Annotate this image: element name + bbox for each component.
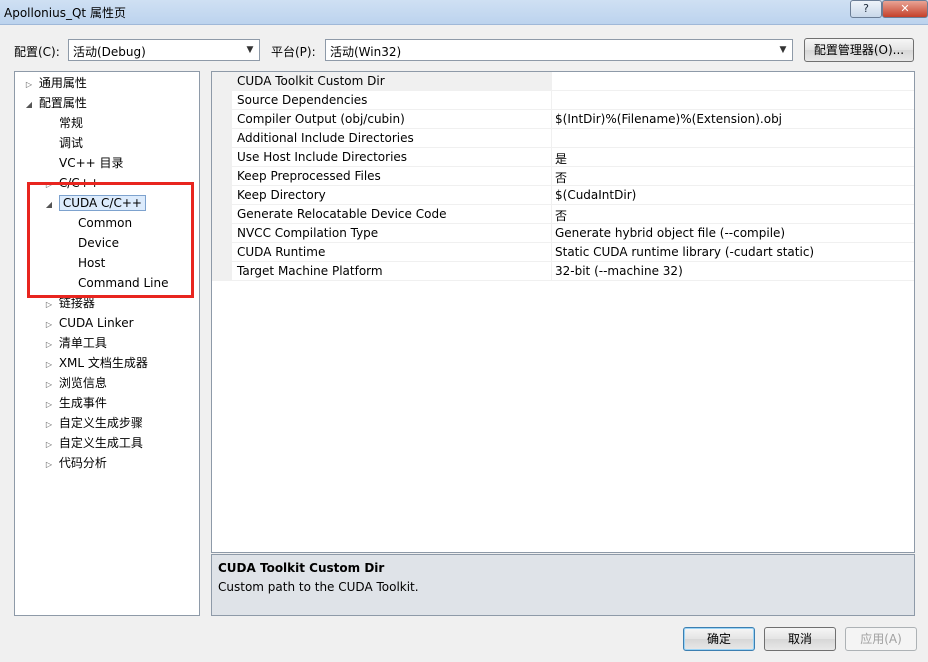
- tree-item-config-properties[interactable]: ◢ 配置属性: [23, 93, 87, 113]
- expand-icon[interactable]: ▷: [43, 455, 55, 475]
- description-title: CUDA Toolkit Custom Dir: [218, 561, 385, 575]
- expand-icon[interactable]: ▷: [43, 395, 55, 415]
- tree-item-vc-directories[interactable]: VC++ 目录: [59, 153, 124, 173]
- tree-item-label: 常规: [59, 116, 84, 130]
- property-value[interactable]: $(IntDir)%(Filename)%(Extension).obj: [555, 112, 782, 126]
- tree-item-debugging[interactable]: 调试: [59, 133, 83, 153]
- tree-item-label: 自定义生成工具: [58, 436, 143, 450]
- description-pane: CUDA Toolkit Custom Dir Custom path to t…: [211, 554, 915, 616]
- tree-item-manifest-tool[interactable]: ▷ 清单工具: [43, 333, 107, 353]
- expand-icon[interactable]: ▷: [43, 375, 55, 395]
- property-row[interactable]: Keep Directory $(CudaIntDir): [212, 186, 914, 205]
- cancel-button[interactable]: 取消: [764, 627, 836, 651]
- collapse-icon[interactable]: ◢: [23, 95, 35, 115]
- property-name: Use Host Include Directories: [237, 150, 408, 164]
- property-row[interactable]: Keep Preprocessed Files 否: [212, 167, 914, 186]
- platform-value: 活动(Win32): [330, 45, 402, 59]
- close-button[interactable]: ✕: [882, 0, 928, 18]
- property-row[interactable]: CUDA Toolkit Custom Dir: [212, 72, 914, 91]
- platform-label: 平台(P):: [271, 45, 316, 59]
- chevron-down-icon: ▼: [779, 45, 787, 55]
- property-value[interactable]: Static CUDA runtime library (-cudart sta…: [555, 245, 814, 259]
- expand-icon[interactable]: ▷: [43, 435, 55, 455]
- property-name: Keep Directory: [237, 188, 326, 202]
- window-title: Apollonius_Qt 属性页: [4, 6, 126, 20]
- tree-item-custom-build-tool[interactable]: ▷ 自定义生成工具: [43, 433, 143, 453]
- tree-item-xml-doc-generator[interactable]: ▷ XML 文档生成器: [43, 353, 148, 373]
- property-name: CUDA Runtime: [237, 245, 326, 259]
- tree-item-label: 浏览信息: [58, 376, 107, 390]
- expand-icon[interactable]: ▷: [23, 75, 35, 95]
- tree-item-label: 配置属性: [38, 96, 87, 110]
- property-row[interactable]: Target Machine Platform 32-bit (--machin…: [212, 262, 914, 281]
- title-bar: Apollonius_Qt 属性页 ? ✕: [0, 0, 928, 25]
- tree-item-general[interactable]: 常规: [59, 113, 83, 133]
- tree-item-label: 代码分析: [58, 456, 107, 470]
- property-row[interactable]: NVCC Compilation Type Generate hybrid ob…: [212, 224, 914, 243]
- help-icon: ?: [863, 2, 869, 15]
- property-value[interactable]: 32-bit (--machine 32): [555, 264, 683, 278]
- property-name: Target Machine Platform: [237, 264, 383, 278]
- tree-item-label: 调试: [59, 136, 84, 150]
- tree-item-label: 链接器: [58, 296, 95, 310]
- config-label: 配置(C):: [14, 45, 60, 59]
- config-value: 活动(Debug): [73, 45, 146, 59]
- tree-item-label: 通用属性: [38, 76, 87, 90]
- tree-item-label: 自定义生成步骤: [58, 416, 143, 430]
- property-name: CUDA Toolkit Custom Dir: [237, 74, 385, 88]
- tree-item-common-properties[interactable]: ▷ 通用属性: [23, 73, 87, 93]
- property-name: Keep Preprocessed Files: [237, 169, 381, 183]
- help-button[interactable]: ?: [850, 0, 882, 18]
- property-tree[interactable]: ▷ 通用属性 ◢ 配置属性 常规 调试 VC++ 目录 ▷ C/C++ ◢ CU…: [14, 71, 200, 616]
- property-name: Compiler Output (obj/cubin): [237, 112, 405, 126]
- property-name: Additional Include Directories: [237, 131, 414, 145]
- tree-item-label: 生成事件: [58, 396, 107, 410]
- property-row[interactable]: Additional Include Directories: [212, 129, 914, 148]
- tree-item-code-analysis[interactable]: ▷ 代码分析: [43, 453, 107, 473]
- expand-icon[interactable]: ▷: [43, 415, 55, 435]
- chevron-down-icon: ▼: [246, 45, 254, 55]
- tree-item-custom-build-step[interactable]: ▷ 自定义生成步骤: [43, 413, 143, 433]
- tree-item-build-events[interactable]: ▷ 生成事件: [43, 393, 107, 413]
- tree-item-label: CUDA Linker: [58, 316, 134, 330]
- property-value[interactable]: 否: [555, 169, 567, 186]
- property-row[interactable]: Use Host Include Directories 是: [212, 148, 914, 167]
- apply-button[interactable]: 应用(A): [845, 627, 917, 651]
- expand-icon[interactable]: ▷: [43, 355, 55, 375]
- description-text: Custom path to the CUDA Toolkit.: [218, 580, 419, 594]
- expand-icon[interactable]: ▷: [43, 295, 55, 315]
- expand-icon[interactable]: ▷: [43, 315, 55, 335]
- property-name: Source Dependencies: [237, 93, 368, 107]
- platform-select[interactable]: 活动(Win32) ▼: [325, 39, 793, 61]
- ok-button[interactable]: 确定: [683, 627, 755, 651]
- tree-item-label: XML 文档生成器: [58, 356, 148, 370]
- tree-item-browse-info[interactable]: ▷ 浏览信息: [43, 373, 107, 393]
- property-name: NVCC Compilation Type: [237, 226, 379, 240]
- close-icon: ✕: [900, 2, 910, 15]
- property-value[interactable]: $(CudaIntDir): [555, 188, 636, 202]
- property-grid[interactable]: CUDA Toolkit Custom Dir Source Dependenc…: [211, 71, 915, 553]
- property-value[interactable]: 否: [555, 207, 567, 224]
- tree-item-label: VC++ 目录: [59, 156, 124, 170]
- property-name: Generate Relocatable Device Code: [237, 207, 447, 221]
- tree-item-cuda-linker[interactable]: ▷ CUDA Linker: [43, 313, 134, 333]
- config-manager-button[interactable]: 配置管理器(O)...: [804, 38, 914, 62]
- expand-icon[interactable]: ▷: [43, 335, 55, 355]
- property-value[interactable]: 是: [555, 150, 567, 167]
- property-row[interactable]: Compiler Output (obj/cubin) $(IntDir)%(F…: [212, 110, 914, 129]
- highlight-box: [27, 182, 194, 298]
- property-row[interactable]: CUDA Runtime Static CUDA runtime library…: [212, 243, 914, 262]
- config-select[interactable]: 活动(Debug) ▼: [68, 39, 260, 61]
- property-row[interactable]: Source Dependencies: [212, 91, 914, 110]
- property-value[interactable]: Generate hybrid object file (--compile): [555, 226, 785, 240]
- tree-item-label: 清单工具: [58, 336, 107, 350]
- property-row[interactable]: Generate Relocatable Device Code 否: [212, 205, 914, 224]
